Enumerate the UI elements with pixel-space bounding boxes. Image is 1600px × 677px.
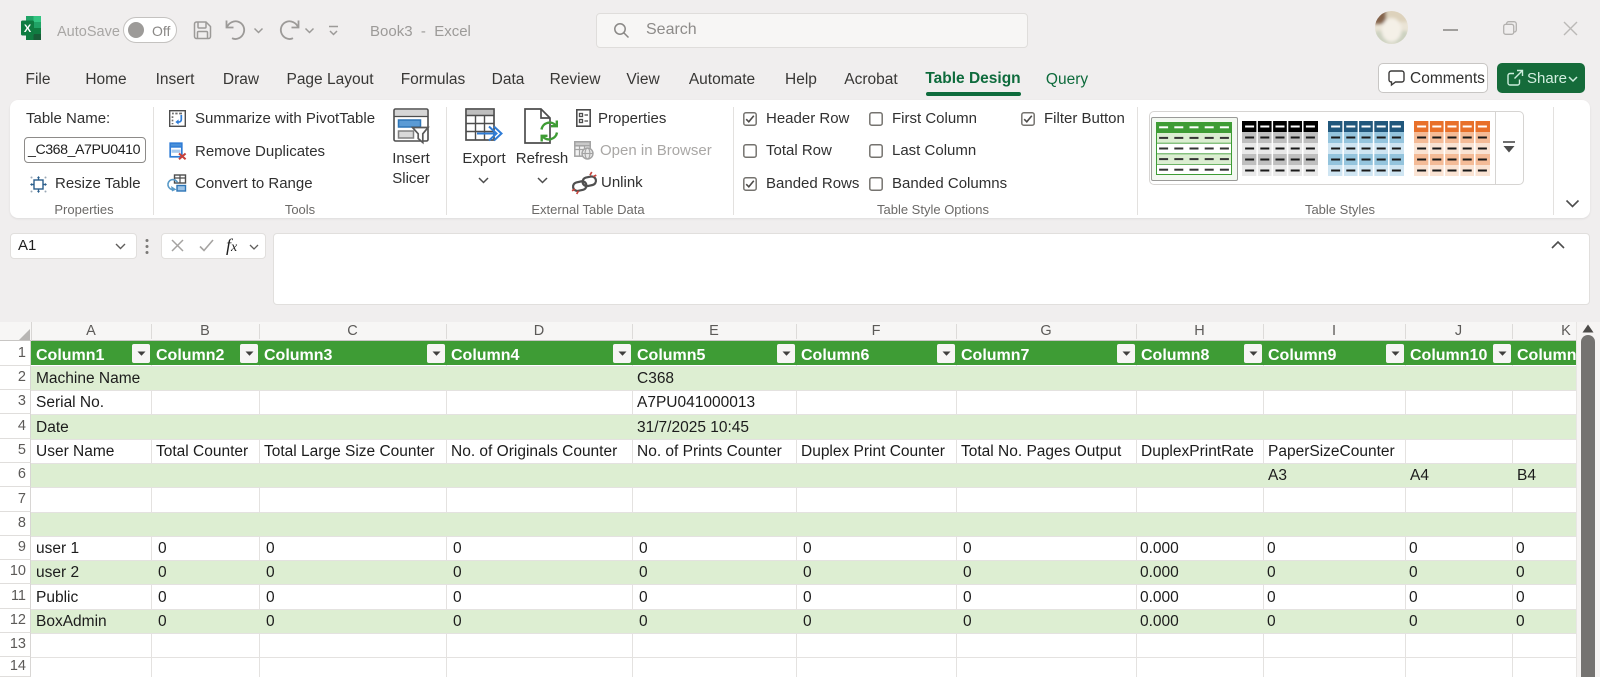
svg-text:X: X — [24, 23, 32, 35]
